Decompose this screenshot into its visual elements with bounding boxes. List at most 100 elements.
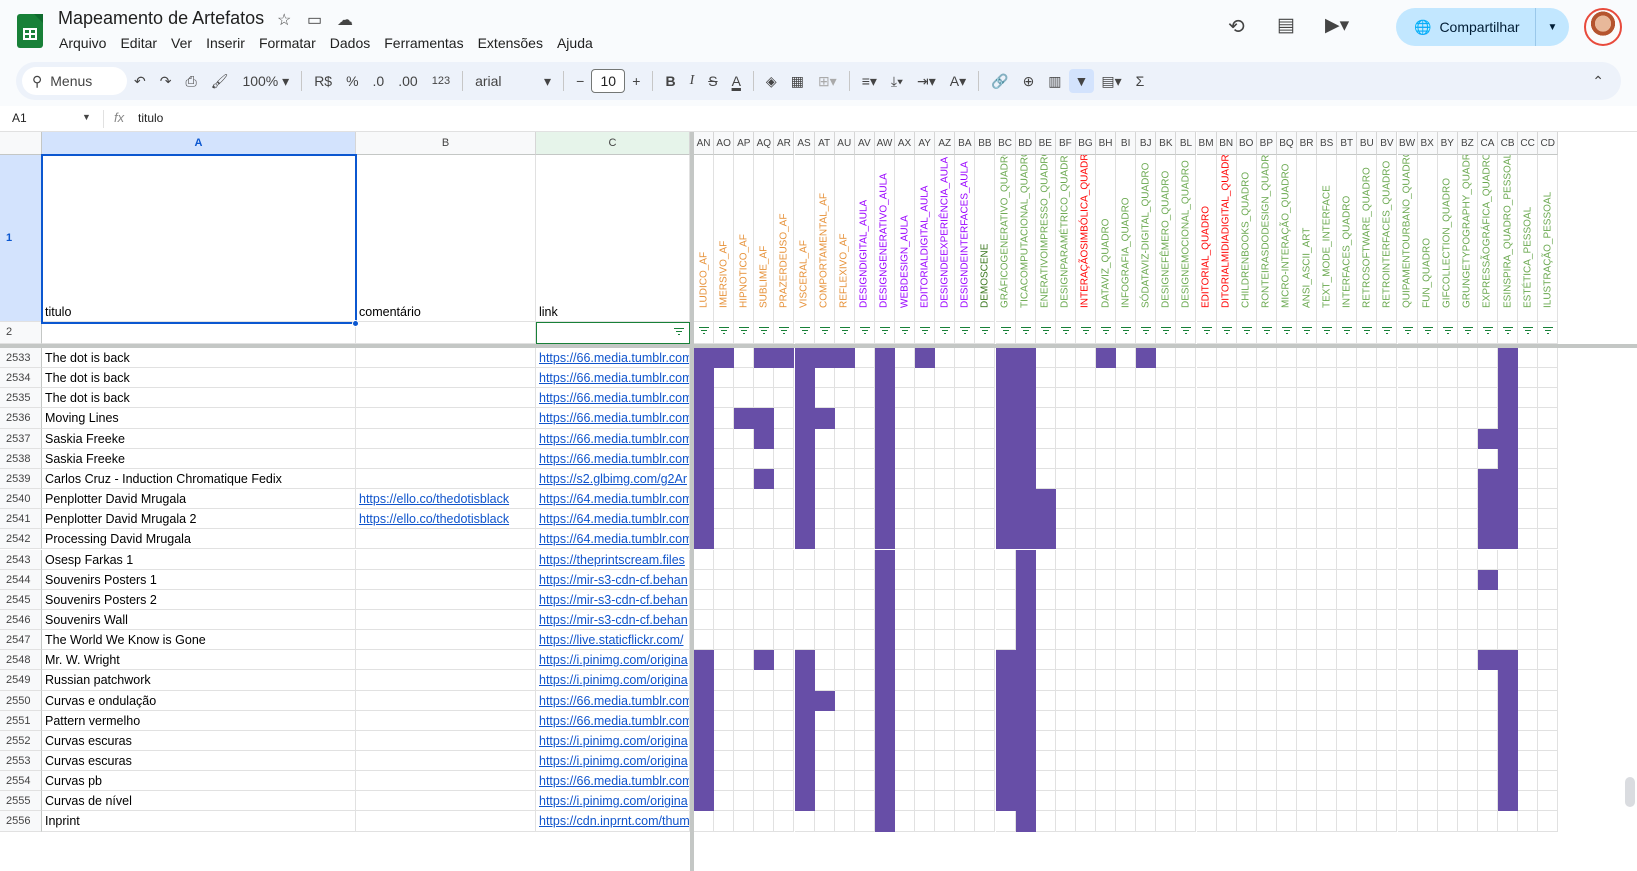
empty-category-cell[interactable] <box>1216 489 1237 510</box>
vertical-header-cell[interactable]: DESIGNEFÊMERO_QUADRO <box>1156 155 1177 322</box>
filter-toggle-icon[interactable] <box>859 327 870 335</box>
comment-cell[interactable] <box>356 569 536 590</box>
empty-category-cell[interactable] <box>1337 529 1358 550</box>
row-header[interactable]: 2544 <box>0 569 42 590</box>
filled-category-cell[interactable] <box>995 690 1016 711</box>
empty-category-cell[interactable] <box>1437 368 1458 389</box>
link-cell[interactable]: https://i.pinimg.com/origina <box>536 670 690 691</box>
empty-category-cell[interactable] <box>935 589 956 610</box>
row-header-1[interactable]: 1 <box>0 155 42 322</box>
column-header-aw[interactable]: AW <box>874 132 895 155</box>
empty-category-cell[interactable] <box>1256 368 1277 389</box>
empty-category-cell[interactable] <box>1477 368 1498 389</box>
empty-category-cell[interactable] <box>1337 549 1358 570</box>
empty-category-cell[interactable] <box>1176 811 1197 832</box>
empty-category-cell[interactable] <box>1297 791 1318 812</box>
empty-category-cell[interactable] <box>1236 730 1257 751</box>
empty-category-cell[interactable] <box>1538 529 1559 550</box>
empty-category-cell[interactable] <box>1256 670 1277 691</box>
empty-category-cell[interactable] <box>1075 589 1096 610</box>
empty-category-cell[interactable] <box>834 589 855 610</box>
empty-category-cell[interactable] <box>834 408 855 429</box>
empty-category-cell[interactable] <box>1156 509 1177 530</box>
column-header-bu[interactable]: BU <box>1357 132 1378 155</box>
filter-cell[interactable] <box>834 322 855 344</box>
empty-category-cell[interactable] <box>1317 710 1338 731</box>
empty-category-cell[interactable] <box>734 348 755 369</box>
empty-category-cell[interactable] <box>854 751 875 772</box>
empty-category-cell[interactable] <box>895 388 916 409</box>
filled-category-cell[interactable] <box>874 751 895 772</box>
row-header[interactable]: 2556 <box>0 811 42 832</box>
empty-category-cell[interactable] <box>915 609 936 631</box>
filled-category-cell[interactable] <box>1015 448 1036 469</box>
link-cell[interactable]: https://i.pinimg.com/origina <box>536 730 690 751</box>
empty-category-cell[interactable] <box>1317 569 1338 590</box>
filled-category-cell[interactable] <box>1498 348 1519 369</box>
empty-category-cell[interactable] <box>1337 650 1358 671</box>
empty-category-cell[interactable] <box>774 468 795 490</box>
empty-category-cell[interactable] <box>1156 428 1177 449</box>
empty-category-cell[interactable] <box>1377 388 1398 409</box>
name-box-dropdown-icon[interactable]: ▼ <box>82 112 91 122</box>
empty-category-cell[interactable] <box>1096 468 1117 490</box>
empty-category-cell[interactable] <box>814 730 835 751</box>
empty-category-cell[interactable] <box>854 549 875 570</box>
empty-category-cell[interactable] <box>1437 630 1458 651</box>
empty-category-cell[interactable] <box>1096 509 1117 530</box>
empty-category-cell[interactable] <box>1276 509 1297 530</box>
empty-category-cell[interactable] <box>1457 428 1478 449</box>
empty-category-cell[interactable] <box>1276 771 1297 792</box>
filled-category-cell[interactable] <box>1498 368 1519 389</box>
empty-category-cell[interactable] <box>734 428 755 449</box>
empty-category-cell[interactable] <box>1136 448 1157 469</box>
empty-category-cell[interactable] <box>1236 549 1257 570</box>
filled-category-cell[interactable] <box>1477 468 1498 490</box>
empty-category-cell[interactable] <box>794 811 815 832</box>
empty-category-cell[interactable] <box>915 771 936 792</box>
filter-toggle-icon[interactable] <box>1342 327 1353 335</box>
empty-category-cell[interactable] <box>794 569 815 590</box>
empty-category-cell[interactable] <box>1457 690 1478 711</box>
filled-category-cell[interactable] <box>1015 650 1036 671</box>
column-header-bj[interactable]: BJ <box>1136 132 1157 155</box>
filter-views-icon[interactable]: ▤▾ <box>1094 73 1128 90</box>
empty-category-cell[interactable] <box>1075 408 1096 429</box>
filled-category-cell[interactable] <box>694 529 715 550</box>
empty-category-cell[interactable] <box>814 489 835 510</box>
empty-category-cell[interactable] <box>1136 791 1157 812</box>
redo-icon[interactable]: ↷ <box>153 73 179 90</box>
empty-category-cell[interactable] <box>1397 609 1418 631</box>
column-header-az[interactable]: AZ <box>935 132 956 155</box>
empty-category-cell[interactable] <box>1337 771 1358 792</box>
empty-category-cell[interactable] <box>1377 368 1398 389</box>
empty-category-cell[interactable] <box>1035 388 1056 409</box>
column-header-bg[interactable]: BG <box>1075 132 1096 155</box>
title-cell[interactable]: The dot is back <box>42 388 356 409</box>
empty-category-cell[interactable] <box>1236 529 1257 550</box>
name-box[interactable]: A1 <box>12 111 27 125</box>
empty-category-cell[interactable] <box>1357 630 1378 651</box>
empty-category-cell[interactable] <box>1096 751 1117 772</box>
empty-category-cell[interactable] <box>1337 811 1358 832</box>
empty-category-cell[interactable] <box>895 529 916 550</box>
empty-category-cell[interactable] <box>1256 650 1277 671</box>
empty-category-cell[interactable] <box>995 609 1016 631</box>
row-header[interactable]: 2553 <box>0 751 42 772</box>
empty-category-cell[interactable] <box>915 630 936 651</box>
vertical-header-cell[interactable]: DEMOSCENE <box>975 155 996 322</box>
filled-category-cell[interactable] <box>1015 791 1036 812</box>
empty-category-cell[interactable] <box>1116 348 1137 369</box>
empty-category-cell[interactable] <box>834 609 855 631</box>
filled-category-cell[interactable] <box>995 468 1016 490</box>
filled-category-cell[interactable] <box>995 771 1016 792</box>
empty-category-cell[interactable] <box>1136 751 1157 772</box>
empty-category-cell[interactable] <box>1457 509 1478 530</box>
filled-category-cell[interactable] <box>694 489 715 510</box>
column-header-bm[interactable]: BM <box>1196 132 1217 155</box>
empty-category-cell[interactable] <box>1518 730 1539 751</box>
empty-category-cell[interactable] <box>1256 408 1277 429</box>
filter-cell-a[interactable] <box>42 322 356 344</box>
filled-category-cell[interactable] <box>995 368 1016 389</box>
empty-category-cell[interactable] <box>955 630 976 651</box>
